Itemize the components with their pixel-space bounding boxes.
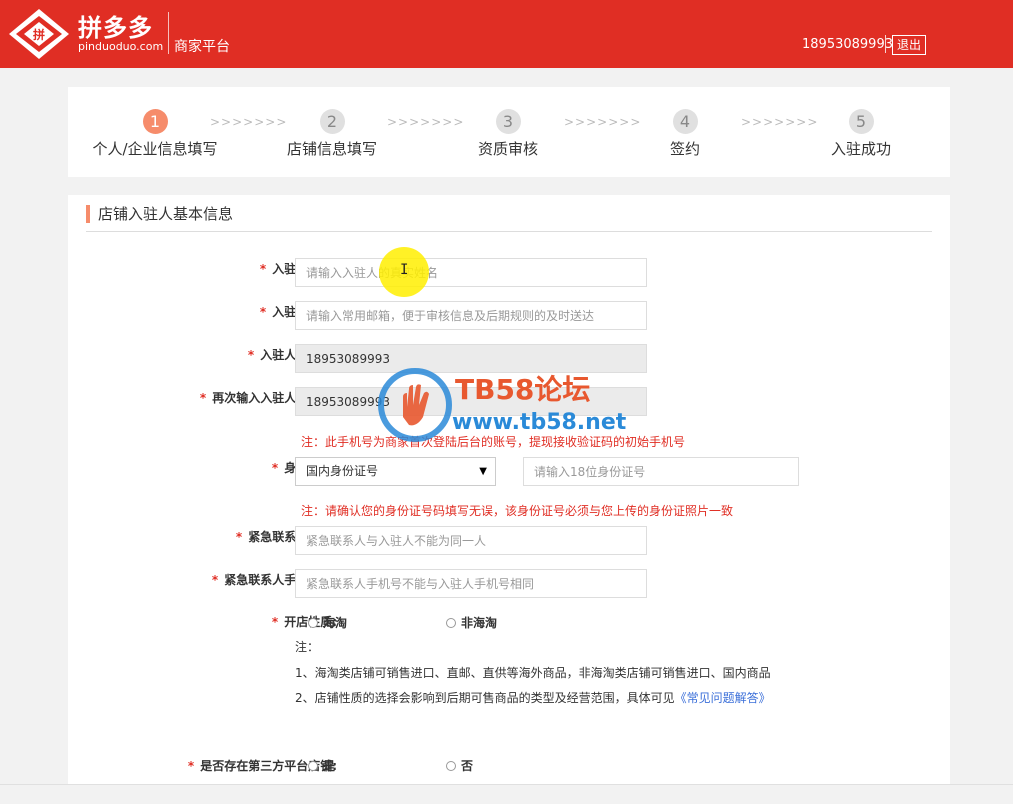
id-note: 注：请确认您的身份证号码填写无误，该身份证号必须与您上传的身份证照片一致 xyxy=(301,504,734,518)
emergency-name-input[interactable] xyxy=(295,526,647,555)
basic-info-form: 店铺入驻人基本信息 *入驻人姓名: *入驻人邮箱: *入驻人手机号: *再次输入… xyxy=(68,195,950,804)
radio-circle-icon xyxy=(446,618,456,628)
shop-type-note-1: 1、海淘类店铺可销售进口、直邮、直供等海外商品，非海淘类店铺可销售进口、国内商品 xyxy=(295,666,771,680)
step-5: 5 入驻成功 xyxy=(776,87,946,159)
step-number: 4 xyxy=(672,109,698,134)
brand-name: 拼多多 xyxy=(78,14,153,42)
emergency-phone-input[interactable] xyxy=(295,569,647,598)
bottom-strip xyxy=(0,784,1013,804)
step-number: 5 xyxy=(848,109,874,134)
radio-yes[interactable]: 是 xyxy=(308,757,335,774)
step-label: 签约 xyxy=(669,140,700,158)
shop-type-note-2: 2、店铺性质的选择会影响到后期可售商品的类型及经营范围，具体可见《常见问题解答》 xyxy=(295,691,771,705)
faq-link[interactable]: 《常见问题解答》 xyxy=(675,691,771,705)
dropdown-caret-icon: ▼ xyxy=(479,466,487,477)
logout-button[interactable]: 退出 xyxy=(892,35,927,55)
step-number: 3 xyxy=(495,109,521,134)
phone-note: 注：此手机号为商家首次登陆后台的账号，提现接收验证码的初始手机号 xyxy=(301,435,686,449)
step-label: 入驻成功 xyxy=(830,140,891,158)
brand-domain: pinduoduo.com xyxy=(78,40,164,53)
platform-name: 商家平台 xyxy=(174,39,230,55)
email-input[interactable] xyxy=(295,301,647,330)
user-phone: 18953089993 xyxy=(802,37,893,52)
top-header: 拼 拼多多 pinduoduo.com 商家平台 18953089993 退出 xyxy=(0,0,1013,68)
id-number-input[interactable] xyxy=(523,457,799,486)
watermark-title: TB58论坛 xyxy=(455,373,591,406)
radio-circle-icon xyxy=(308,618,318,628)
step-number: 2 xyxy=(319,109,345,134)
radio-circle-icon xyxy=(308,761,318,771)
radio-circle-icon xyxy=(446,761,456,771)
id-type-select[interactable]: 国内身份证号 ▼ xyxy=(295,457,496,486)
watermark-hand-logo-icon xyxy=(378,368,452,442)
pinduoduo-logo-icon[interactable]: 拼 xyxy=(8,8,70,60)
svg-text:拼: 拼 xyxy=(33,27,45,42)
name-input[interactable] xyxy=(295,258,647,287)
step-label: 店铺信息填写 xyxy=(286,140,377,158)
step-number: 1 xyxy=(142,109,168,134)
progress-steps: 1 个人/企业信息填写 >>>>>>> 2 店铺信息填写 >>>>>>> 3 资… xyxy=(68,87,950,177)
section-title: 店铺入驻人基本信息 xyxy=(86,205,233,223)
radio-non-haitao[interactable]: 非海淘 xyxy=(446,614,497,631)
text-cursor-icon: I xyxy=(400,262,409,278)
watermark-url: www.tb58.net xyxy=(452,410,627,435)
step-label: 资质审核 xyxy=(477,140,538,158)
radio-haitao[interactable]: 海淘 xyxy=(308,614,347,631)
step-label: 个人/企业信息填写 xyxy=(92,140,218,158)
radio-no[interactable]: 否 xyxy=(446,757,473,774)
header-divider xyxy=(168,12,169,54)
section-divider xyxy=(86,231,932,232)
header-separator xyxy=(885,35,886,53)
id-type-value: 国内身份证号 xyxy=(306,464,379,478)
shop-type-note-title: 注： xyxy=(295,640,320,654)
